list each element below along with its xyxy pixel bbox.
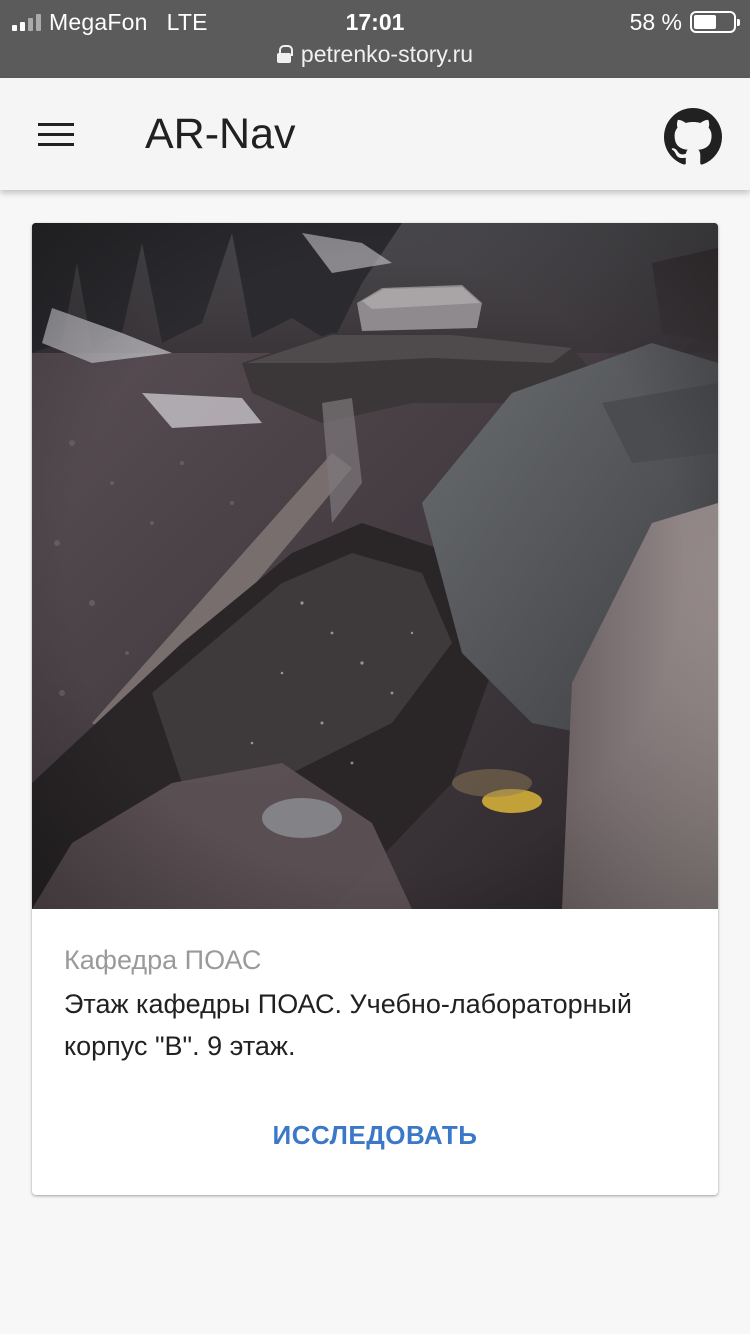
explore-button[interactable]: ИССЛЕДОВАТЬ: [252, 1107, 498, 1163]
location-card: Кафедра ПОАС Этаж кафедры ПОАС. Учебно-л…: [32, 223, 718, 1195]
carrier-name: MegaFon: [49, 8, 148, 35]
battery-percent: 58 %: [629, 8, 682, 35]
app-title: AR-Nav: [145, 110, 296, 158]
card-subtitle: Кафедра ПОАС: [64, 945, 262, 975]
github-icon[interactable]: [664, 108, 722, 166]
hamburger-menu-icon[interactable]: [26, 104, 86, 164]
lock-icon: [276, 45, 293, 63]
card-description: Этаж кафедры ПОАС. Учебно-лабораторный к…: [64, 989, 633, 1061]
url-bar[interactable]: petrenko-story.ru: [0, 38, 750, 70]
status-bar: MegaFon LTE 17:01 58 % petrenko-story.ru: [0, 0, 750, 78]
battery-icon: [690, 11, 740, 33]
status-bar-right: 58 %: [629, 8, 740, 36]
signal-strength-icon: [12, 13, 41, 31]
status-bar-left: MegaFon LTE: [12, 8, 208, 36]
network-type: LTE: [166, 8, 208, 35]
app-bar: AR-Nav: [0, 78, 750, 190]
url-text[interactable]: petrenko-story.ru: [301, 41, 473, 68]
card-image: [32, 223, 718, 909]
